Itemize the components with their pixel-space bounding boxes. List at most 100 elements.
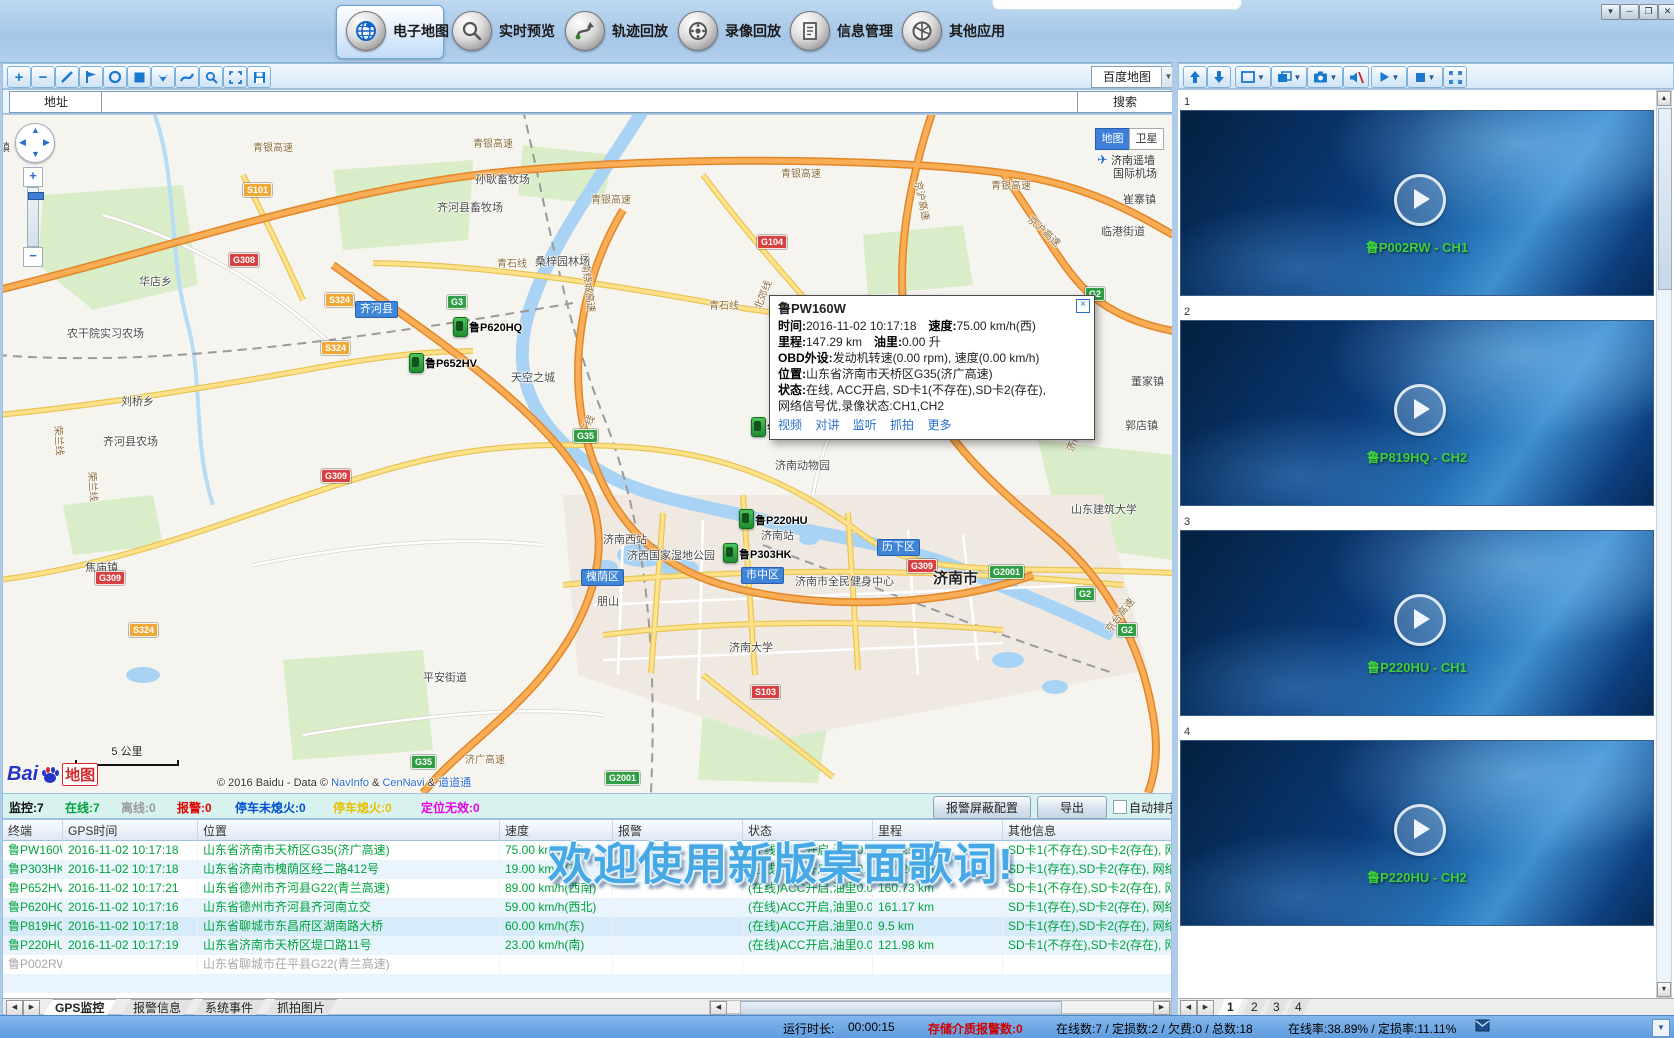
draw-rectangle-icon[interactable] [127,66,151,88]
tab-snapshots[interactable]: 抓拍图片 [265,999,337,1016]
map-mode-button[interactable]: 地图 [1095,128,1130,150]
map-source-select[interactable]: 百度地图 [1091,66,1163,88]
tab-alarm-info[interactable]: 报警信息 [121,999,193,1016]
play-button[interactable]: ▼ [1371,66,1407,88]
search-area-icon[interactable] [199,66,223,88]
search-button[interactable]: 搜索 [1077,91,1173,113]
navinfo-link[interactable]: NavInfo [331,777,369,789]
video-page-tab-1[interactable]: 1 [1218,999,1243,1015]
page-up-icon[interactable] [1183,66,1207,88]
snapshot-button[interactable]: ▼ [1307,66,1343,88]
alarm-mask-config-button[interactable]: 报警屏蔽配置 [933,796,1031,819]
tab-info-management[interactable]: 信息管理 [790,10,893,52]
vehicle-marker[interactable] [739,509,754,529]
scrollbar-thumb[interactable] [1658,108,1672,290]
window-layout-button[interactable]: ▼ [1271,66,1307,88]
map-zoom-in-button[interactable]: + [23,167,43,187]
minimize-to-tray-button[interactable]: ▾ [1601,4,1620,20]
video-page-tab-2[interactable]: 2 [1242,999,1267,1015]
intercom-link[interactable]: 对讲 [815,418,839,432]
play-overlay-icon[interactable] [1394,173,1446,226]
tab-gps-monitor[interactable]: GPS监控 [43,999,116,1016]
video-tab-scroll-left-icon[interactable]: ◀ [1180,1000,1197,1016]
popup-close-icon[interactable]: × [1076,299,1090,313]
table-row[interactable]: 鲁PW160W2016-11-02 10:17:18山东省济南市天桥区G35(济… [3,841,1171,860]
scroll-down-icon[interactable]: ▼ [1657,982,1671,997]
snapshot-link[interactable]: 抓拍 [890,418,914,432]
tab-scroll-left-icon[interactable]: ◀ [6,1000,23,1016]
tab-system-events[interactable]: 系统事件 [193,999,265,1016]
status-corner-dropdown-icon[interactable]: ▼ [1652,1019,1670,1037]
play-overlay-icon[interactable] [1394,383,1446,436]
table-row[interactable]: 鲁P002RW 山东省聊城市茌平县G22(青兰高速) [3,955,1171,974]
table-row[interactable]: 鲁P819HQ 2016-11-02 10:17:18 山东省聊城市东昌府区湖南路大… [3,917,1171,936]
zoom-slider-control[interactable]: + − [23,167,44,267]
more-link[interactable]: 更多 [927,418,951,432]
scroll-left-icon[interactable]: ◀ [710,1001,727,1015]
export-button[interactable]: 导出 [1037,796,1107,819]
mute-icon[interactable] [1343,66,1369,88]
message-icon[interactable] [1475,1019,1490,1035]
video-cell-3[interactable]: 鲁P220HU - CH1 [1180,530,1654,716]
cennavi-link[interactable]: CenNavi [382,777,424,789]
tab-realtime-preview[interactable]: 实时预览 [452,10,555,52]
table-row[interactable]: 鲁P220HU 2016-11-02 10:17:19 山东省济南市天桥区堤口路11… [3,936,1171,955]
table-row[interactable]: 鲁P652HV 2016-11-02 10:17:21 山东省德州市齐河县G22(青… [3,879,1171,898]
video-tab-scroll-right-icon[interactable]: ▶ [1197,1000,1214,1016]
table-row[interactable]: 鲁P303HK 2016-11-02 10:17:18 山东省济南市槐荫区经二路41… [3,860,1171,879]
play-overlay-icon[interactable] [1394,593,1446,646]
map-zoom-out-button[interactable]: − [23,247,43,267]
play-overlay-icon[interactable] [1394,803,1446,856]
vehicle-label[interactable]: 鲁P652HV [425,355,477,371]
video-link[interactable]: 视频 [778,418,802,432]
maximize-button[interactable]: ❐ [1639,4,1658,20]
fullextent-icon[interactable] [223,66,247,88]
col-status[interactable]: 状态 [743,820,873,842]
daodaotong-link[interactable]: 道道通 [438,777,471,789]
marker-flag-icon[interactable] [79,66,103,88]
col-speed[interactable]: 速度 [500,820,613,842]
video-cell-1[interactable]: 鲁P002RW - CH1 [1180,110,1654,296]
scroll-right-icon[interactable]: ▶ [1153,1001,1170,1015]
vehicle-label[interactable]: 鲁P303HK [739,546,792,562]
vehicle-label[interactable]: 鲁P620HQ [469,319,522,335]
tab-video-playback[interactable]: 录像回放 [678,10,781,52]
baidu-map[interactable]: 青银高速 青银高速 青银高速 青银高速 青银高速 京沪高速 京沪高速 济南绕城高… [2,115,1174,793]
vehicle-label[interactable]: 鲁P220HU [755,512,808,528]
satellite-mode-button[interactable]: 卫星 [1129,128,1164,150]
vehicle-marker[interactable] [409,353,424,373]
measure-icon[interactable] [55,66,79,88]
video-fullscreen-icon[interactable] [1443,66,1467,88]
screen-split-button[interactable]: ▼ [1235,66,1271,88]
zoom-out-icon[interactable]: − [31,66,55,88]
video-page-tab-4[interactable]: 4 [1286,999,1311,1015]
table-horizontal-scrollbar[interactable]: ◀ ▶ [709,1000,1171,1015]
auto-sort-checkbox[interactable] [1113,800,1127,814]
listen-link[interactable]: 监听 [853,418,877,432]
close-button[interactable]: ✕ [1658,4,1674,20]
save-icon[interactable] [247,66,271,88]
table-row[interactable]: 鲁P620HQ 2016-11-02 10:17:16 山东省德州市齐河县齐河南立交… [3,898,1171,917]
vehicle-marker[interactable] [751,417,766,437]
tab-electronic-map[interactable]: 电子地图 [346,10,449,52]
scroll-up-icon[interactable]: ▲ [1657,91,1671,106]
video-vertical-scrollbar[interactable]: ▲ ▼ [1656,90,1672,998]
tab-track-playback[interactable]: 轨迹回放 [565,10,668,52]
draw-polygon-icon[interactable] [151,66,175,88]
zoom-slider-thumb[interactable] [28,192,44,200]
video-cell-4[interactable]: 鲁P220HU - CH2 [1180,740,1654,926]
minimize-button[interactable]: ─ [1620,4,1639,20]
draw-polyline-icon[interactable] [175,66,199,88]
col-alarm[interactable]: 报警 [613,820,743,842]
address-input[interactable] [101,91,1079,113]
col-mileage[interactable]: 里程 [873,820,1003,842]
col-other-info[interactable]: 其他信息 [1003,820,1171,842]
tab-scroll-right-icon[interactable]: ▶ [23,1000,40,1016]
stop-button[interactable]: ▼ [1407,66,1443,88]
vehicle-marker[interactable] [723,543,738,563]
draw-circle-icon[interactable] [103,66,127,88]
vehicle-marker[interactable] [453,317,468,337]
tab-other-apps[interactable]: 其他应用 [902,10,1005,52]
video-cell-2[interactable]: 鲁P819HQ - CH2 [1180,320,1654,506]
col-gps-time[interactable]: GPS时间 [63,820,198,842]
